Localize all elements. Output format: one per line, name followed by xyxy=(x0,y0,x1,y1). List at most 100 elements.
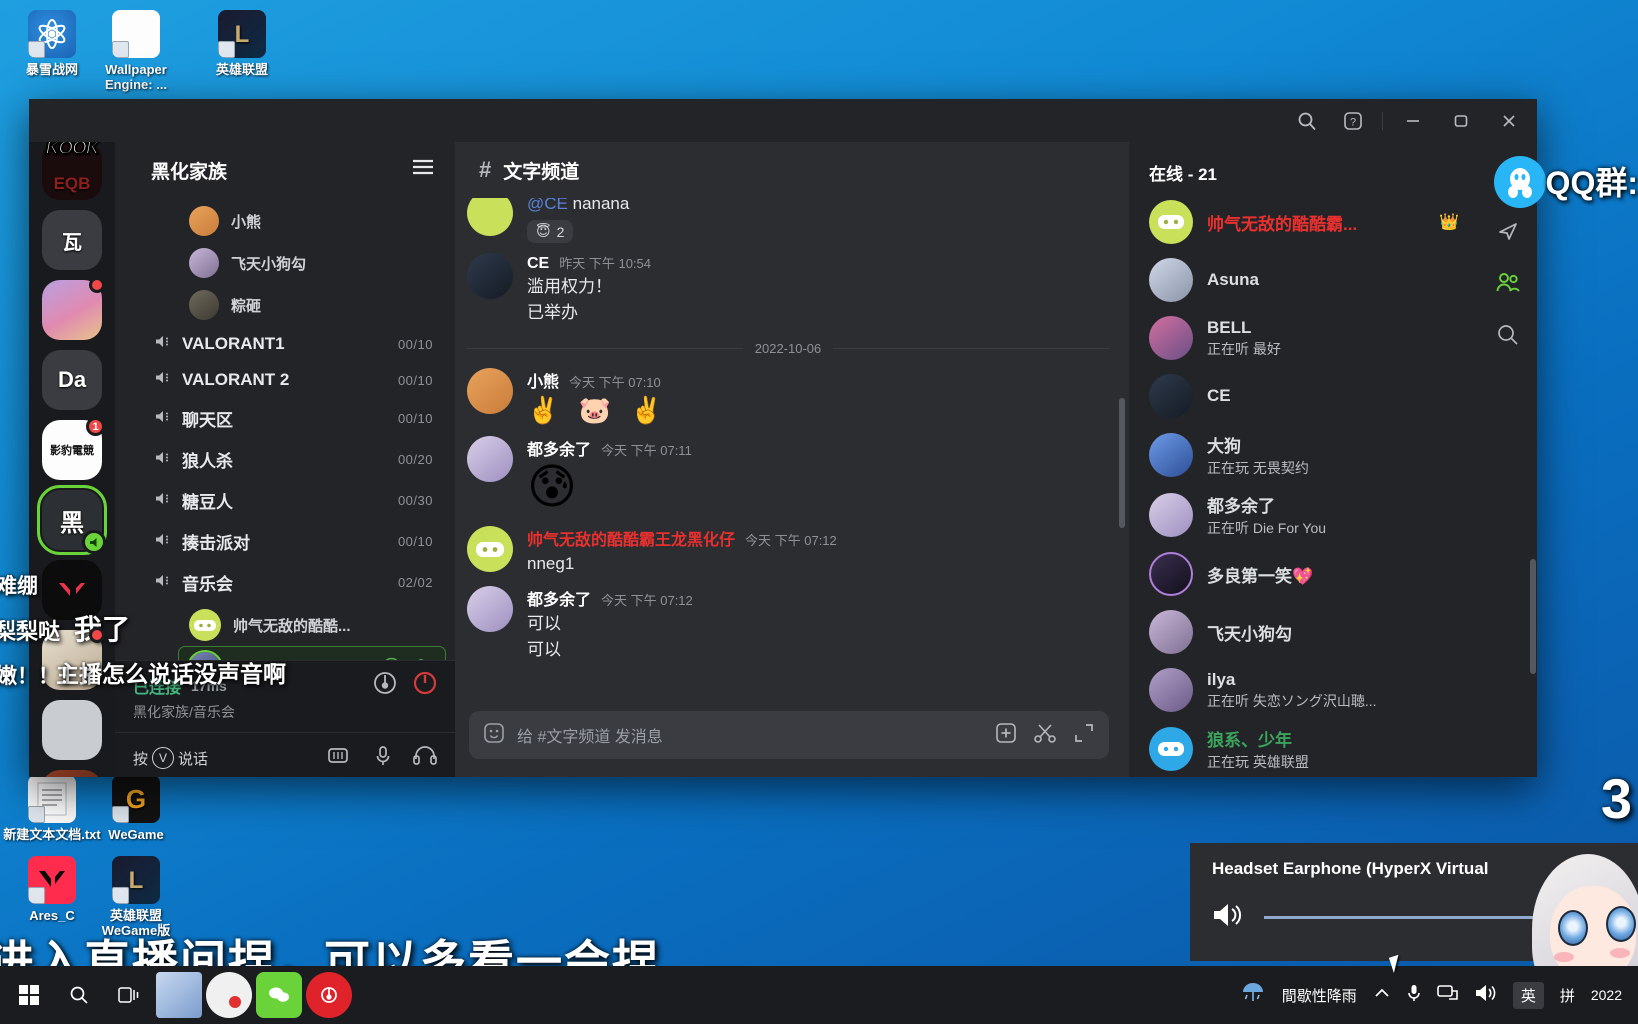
server-icon-dianjing[interactable]: 影豹電競 1 xyxy=(42,417,105,480)
ime-language-indicator[interactable]: 英 xyxy=(1512,981,1544,1009)
member-row-dagou[interactable]: 大狗 正在玩 无畏契约 xyxy=(1129,425,1473,485)
app-icon-browser[interactable] xyxy=(206,972,252,1018)
member-name: ilya xyxy=(1207,669,1236,689)
mention[interactable]: @CE xyxy=(527,198,568,213)
member-name: CE xyxy=(1207,386,1231,405)
search-icon[interactable] xyxy=(56,972,102,1018)
ime-mode-indicator[interactable]: 拼 xyxy=(1560,985,1575,1006)
member-row-ilya[interactable]: ilya 正在听 失恋ソング沢山聴... xyxy=(1129,661,1473,719)
avatar[interactable] xyxy=(467,368,513,414)
avatar[interactable] xyxy=(467,586,513,632)
member-row-asuna[interactable]: Asuna xyxy=(1129,251,1473,309)
voice-member-feitian[interactable]: 飞天小狗勾 xyxy=(115,242,455,284)
server-icon-hei[interactable]: 黑 xyxy=(37,485,107,555)
channel-valorant2[interactable]: VALORANT 2 00/10 xyxy=(115,362,455,398)
member-list-scroll[interactable]: 帅气无敌的酷酷霸... 👑 Asuna BELL 正在听 最好 CE 大狗 正在… xyxy=(1129,193,1536,777)
message-composer[interactable]: 给 #文字频道 发消息 xyxy=(469,711,1109,759)
weather-text[interactable]: 間歇性降雨 xyxy=(1282,985,1357,1006)
document-icon xyxy=(112,10,160,58)
volume-slider[interactable] xyxy=(1264,916,1638,919)
taskbar-clock[interactable]: 2022 xyxy=(1591,987,1622,1004)
channel-yinyuehui[interactable]: 音乐会 02/02 xyxy=(115,562,455,603)
message-input[interactable]: 给 #文字频道 发消息 xyxy=(517,723,983,747)
close-icon[interactable] xyxy=(1485,99,1533,142)
channel-valorant1[interactable]: VALORANT1 00/10 xyxy=(115,326,455,362)
window-titlebar: ? xyxy=(29,99,1537,142)
member-row-langxi[interactable]: 狼系、少年 正在玩 英雄联盟 xyxy=(1129,719,1473,777)
message-header: CE 昨天 下午 10:54 xyxy=(527,253,1109,273)
help-icon[interactable]: ? xyxy=(1330,99,1376,142)
server-icon-wa[interactable]: 瓦 xyxy=(42,210,102,270)
channel-zoujipaidui[interactable]: 揍击派对 00/10 xyxy=(115,521,455,562)
server-icon-peppa[interactable] xyxy=(42,277,105,340)
mic-icon[interactable] xyxy=(1407,983,1421,1007)
speaker-icon[interactable] xyxy=(1212,901,1246,934)
reaction-count: 2 xyxy=(556,223,565,240)
expand-icon[interactable] xyxy=(1073,722,1095,749)
member-row-ce[interactable]: CE xyxy=(1129,367,1473,425)
signal-icon[interactable] xyxy=(373,671,397,700)
chevron-up-icon[interactable] xyxy=(1373,986,1391,1004)
avatar[interactable] xyxy=(467,198,513,236)
message-list[interactable]: @CE nanana 😇 2 CE 昨天 下午 10:54 滥用权力！ 已举办 … xyxy=(455,198,1129,703)
network-icon[interactable] xyxy=(1437,983,1459,1007)
messages-scrollbar[interactable] xyxy=(1119,398,1125,528)
desktop-icon-lol[interactable]: L 英雄联盟 xyxy=(190,10,294,77)
lol-icon: L xyxy=(218,10,266,58)
member-activity: 正在听 失恋ソング沢山聴... xyxy=(1207,692,1377,709)
server-icon-da[interactable]: Da xyxy=(42,350,102,410)
server-icon-food[interactable] xyxy=(42,770,102,777)
member-row-feitian[interactable]: 飞天小狗勾 xyxy=(1129,603,1473,661)
search-icon[interactable] xyxy=(1496,323,1520,352)
message-author[interactable]: 帅气无敌的酷酷霸王龙黑化仔 xyxy=(527,526,735,550)
volume-icon[interactable] xyxy=(1475,983,1497,1007)
member-row-shuaiqi[interactable]: 帅气无敌的酷酷霸... 👑 xyxy=(1129,193,1473,251)
desktop-icon-wegame[interactable]: G WeGame xyxy=(84,775,188,842)
reaction-chip[interactable]: 😇 2 xyxy=(527,220,574,243)
video-icon[interactable] xyxy=(327,745,353,771)
right-icon-rail xyxy=(1479,142,1537,777)
channel-tangdouren[interactable]: 糖豆人 00/30 xyxy=(115,480,455,521)
avatar[interactable] xyxy=(467,253,513,299)
minimize-icon[interactable] xyxy=(1389,99,1437,142)
desktop-icon-wallpaper-engine[interactable]: Wallpaper Engine: ... xyxy=(84,10,188,92)
push-to-talk-row: 按 V 说话 xyxy=(133,733,437,771)
rain-icon[interactable] xyxy=(1240,981,1266,1009)
member-row-bell[interactable]: BELL 正在听 最好 xyxy=(1129,309,1473,367)
avatar[interactable] xyxy=(467,436,513,482)
voice-participant-shuaiqi[interactable]: 帅气无敌的酷酷... xyxy=(115,604,445,646)
voice-member-zongza[interactable]: 粽砸 xyxy=(115,284,455,326)
pin-icon[interactable] xyxy=(1496,219,1520,248)
voice-member-xiaoxiong[interactable]: 小熊 xyxy=(115,200,455,242)
members-icon[interactable] xyxy=(1495,272,1521,299)
plus-icon[interactable] xyxy=(995,722,1017,749)
mic-icon[interactable] xyxy=(375,745,391,771)
app-icon-anime[interactable] xyxy=(156,972,202,1018)
hamburger-icon[interactable] xyxy=(411,158,435,182)
guild-header[interactable]: 黑化家族 xyxy=(115,142,455,198)
channel-liaotianqu[interactable]: 聊天区 00/10 xyxy=(115,398,455,439)
maximize-icon[interactable] xyxy=(1437,99,1485,142)
message-author[interactable]: 小熊 xyxy=(527,368,559,392)
message-author[interactable]: 都多余了 xyxy=(527,586,591,610)
channel-list[interactable]: 小熊 飞天小狗勾 粽砸 VALORANT1 00/10 VALORANT 2 0… xyxy=(115,198,455,660)
server-icon-gray[interactable] xyxy=(42,700,102,760)
taskview-icon[interactable] xyxy=(106,972,152,1018)
speaker-icon xyxy=(155,334,172,354)
app-icon-wechat[interactable] xyxy=(256,972,302,1018)
power-icon[interactable] xyxy=(413,671,437,700)
message-author[interactable]: 都多余了 xyxy=(527,436,591,460)
member-row-duoduoyule[interactable]: 都多余了 正在听 Die For You xyxy=(1129,485,1473,545)
message-author[interactable]: CE xyxy=(527,255,549,273)
channel-langrensha[interactable]: 狼人杀 00/20 xyxy=(115,439,455,480)
search-icon[interactable] xyxy=(1284,99,1330,142)
channel-name: 揍击派对 xyxy=(182,534,250,553)
app-icon-netease[interactable] xyxy=(306,972,352,1018)
message-text-line: 可以 xyxy=(527,614,561,633)
emoji-icon[interactable] xyxy=(483,722,505,749)
member-row-duoliang[interactable]: 多良第一笑💖 xyxy=(1129,545,1473,603)
avatar[interactable] xyxy=(467,526,513,572)
scissors-icon[interactable] xyxy=(1033,722,1057,749)
start-icon[interactable] xyxy=(6,972,52,1018)
headset-icon[interactable] xyxy=(413,745,437,771)
